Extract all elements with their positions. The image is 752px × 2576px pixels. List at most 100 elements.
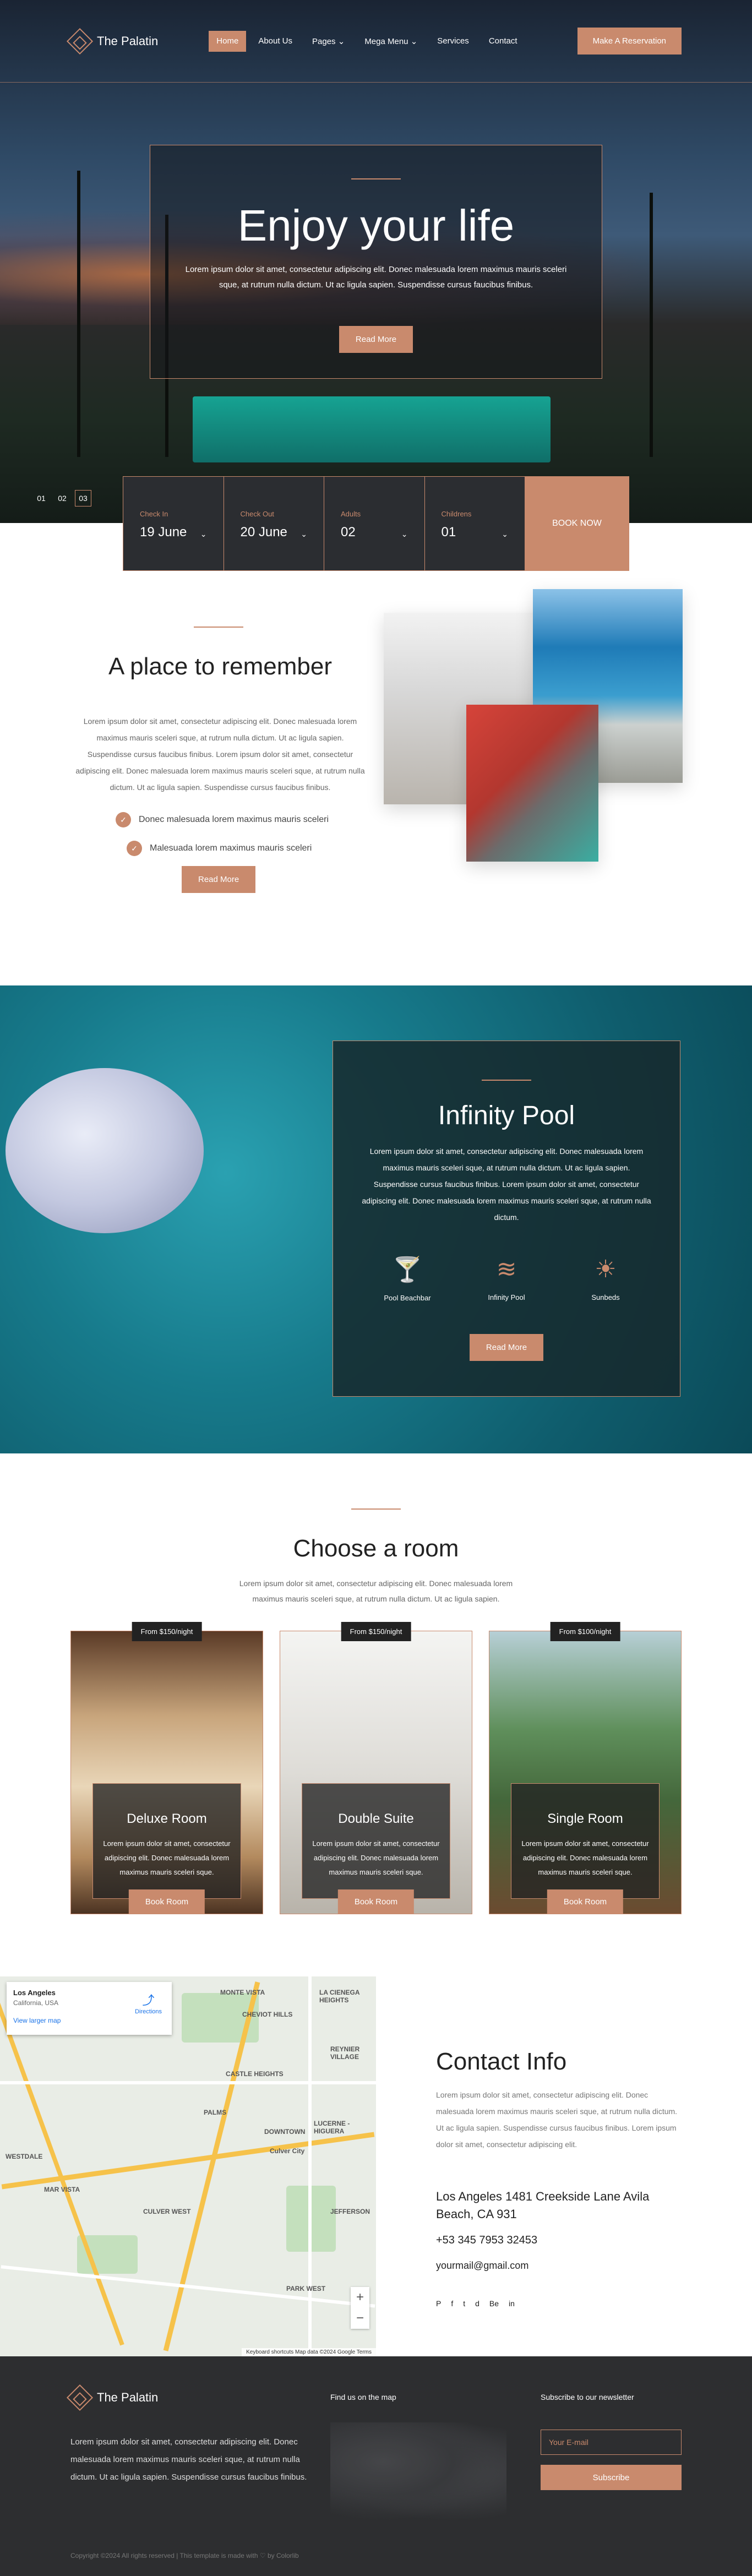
zoom-in-button[interactable]: + xyxy=(351,2287,369,2308)
about-title: A place to remember xyxy=(108,653,332,680)
map-road xyxy=(0,2081,376,2084)
nav-contact[interactable]: Contact xyxy=(481,31,525,52)
nav-mega-menu[interactable]: Mega Menu ⌄ xyxy=(357,31,425,52)
hero-read-more-button[interactable]: Read More xyxy=(339,326,413,353)
room-card-deluxe: From $150/night Deluxe Room Lorem ipsum … xyxy=(70,1622,263,1914)
price-badge: From $150/night xyxy=(132,1622,202,1641)
world-map-image xyxy=(330,2422,506,2521)
slide-indicator-active[interactable]: 03 xyxy=(75,490,91,507)
make-reservation-button[interactable]: Make A Reservation xyxy=(577,28,682,55)
map-label: PALMS xyxy=(204,2109,227,2116)
contact-phone: +53 345 7953 32453 xyxy=(436,2234,538,2246)
chevron-down-icon: ⌄ xyxy=(301,530,307,538)
childrens-field[interactable]: Childrens 01 ⌄ xyxy=(424,477,525,570)
map-label: MAR VISTA xyxy=(44,2186,80,2193)
check-in-field[interactable]: Check In 19 June ⌄ xyxy=(123,477,224,570)
diamond-logo-icon xyxy=(66,2384,94,2411)
pinterest-icon[interactable]: P xyxy=(436,2299,441,2308)
map-label: MONTE VISTA xyxy=(220,1989,265,1996)
field-value: 02 xyxy=(341,525,356,540)
book-now-button[interactable]: BOOK NOW xyxy=(525,477,629,570)
amenities: 🍸 Pool Beachbar ≋ Infinity Pool ☀ Sunbeds xyxy=(374,1255,639,1302)
divider xyxy=(351,1508,401,1510)
room-name: Deluxe Room xyxy=(127,1811,207,1826)
amenity: ☀ Sunbeds xyxy=(573,1255,639,1302)
hero-title: Enjoy your life xyxy=(237,201,515,250)
slide-indicator[interactable]: 01 xyxy=(33,490,50,507)
pool-title: Infinity Pool xyxy=(438,1101,575,1130)
room-info: Double Suite Lorem ipsum dolor sit amet,… xyxy=(302,1783,450,1899)
map-label: CASTLE HEIGHTS xyxy=(226,2070,284,2078)
directions-button[interactable]: ⤴ Directions xyxy=(135,1991,162,2015)
amenity: ≋ Infinity Pool xyxy=(473,1255,540,1302)
map-label: Culver City xyxy=(270,2147,305,2155)
slide-indicator[interactable]: 02 xyxy=(54,490,70,507)
field-label: Childrens xyxy=(441,510,472,518)
book-room-button[interactable]: Book Room xyxy=(128,1889,205,1914)
room-card-double: From $150/night Double Suite Lorem ipsum… xyxy=(280,1622,472,1914)
hero-pool-image xyxy=(193,396,551,462)
map-freeway xyxy=(0,1987,124,2346)
contact-email[interactable]: yourmail@gmail.com xyxy=(436,2260,682,2272)
book-room-button[interactable]: Book Room xyxy=(547,1889,624,1914)
rooms-title: Choose a room xyxy=(293,1535,459,1562)
amenity: 🍸 Pool Beachbar xyxy=(374,1255,440,1302)
field-value: 20 June xyxy=(240,525,287,540)
room-text: Lorem ipsum dolor sit amet, consectetur … xyxy=(521,1839,649,1876)
contact-section: MONTE VISTA LA CIENEGA HEIGHTS CHEVIOT H… xyxy=(0,1976,752,2356)
field-label: Check In xyxy=(140,510,168,518)
map-label: DOWNTOWN xyxy=(264,2128,306,2136)
contact-title: Contact Info xyxy=(436,2048,567,2075)
newsletter-email-input[interactable] xyxy=(541,2430,682,2455)
pool-section: Infinity Pool Lorem ipsum dolor sit amet… xyxy=(0,985,752,1453)
view-larger-map-link[interactable]: View larger map xyxy=(13,2017,165,2024)
pool-aerial-photo xyxy=(466,705,598,862)
room-name: Double Suite xyxy=(338,1811,414,1826)
newsletter-heading: Subscribe to our newsletter xyxy=(541,2393,634,2401)
room-name: Single Room xyxy=(547,1811,623,1826)
contact-text: Lorem ipsum dolor sit amet, consectetur … xyxy=(436,2090,678,2149)
slide-indicators: 01 02 03 xyxy=(33,490,91,507)
nav-home[interactable]: Home xyxy=(209,30,247,52)
field-label: Check Out xyxy=(240,510,274,518)
google-map[interactable]: MONTE VISTA LA CIENEGA HEIGHTS CHEVIOT H… xyxy=(0,1976,376,2356)
room-text: Lorem ipsum dolor sit amet, consectetur … xyxy=(312,1839,440,1876)
zoom-out-button[interactable]: − xyxy=(351,2308,369,2329)
about-read-more-button[interactable]: Read More xyxy=(182,866,256,893)
price-badge: From $150/night xyxy=(341,1622,411,1641)
check-out-field[interactable]: Check Out 20 June ⌄ xyxy=(224,477,324,570)
brand-name: The Palatin xyxy=(97,34,159,48)
footer-brand[interactable]: The Palatin xyxy=(66,2384,158,2411)
rooms-subtitle: Lorem ipsum dolor sit amet, consectetur … xyxy=(239,1579,513,1603)
room-card-single: From $100/night Single Room Lorem ipsum … xyxy=(489,1622,682,1914)
pool-text: Lorem ipsum dolor sit amet, consectetur … xyxy=(362,1147,651,1222)
palm-trunk xyxy=(77,171,80,457)
pool-read-more-button[interactable]: Read More xyxy=(469,1334,544,1361)
nav-about[interactable]: About Us xyxy=(250,31,300,52)
behance-icon[interactable]: Be xyxy=(489,2299,499,2308)
linkedin-icon[interactable]: in xyxy=(509,2299,515,2308)
brand-logo[interactable]: The Palatin xyxy=(66,28,159,55)
diamond-logo-icon xyxy=(66,28,94,55)
nav-pages[interactable]: Pages ⌄ xyxy=(304,31,352,52)
field-label: Adults xyxy=(341,510,361,518)
chevron-down-icon: ⌄ xyxy=(502,530,508,538)
facebook-icon[interactable]: f xyxy=(451,2299,453,2308)
map-label: JEFFERSON xyxy=(330,2208,370,2215)
nav-services[interactable]: Services xyxy=(429,31,477,52)
chevron-down-icon: ⌄ xyxy=(410,36,418,46)
map-label: WESTDALE xyxy=(6,2153,43,2160)
check-icon: ✓ xyxy=(127,841,142,856)
top-nav: The Palatin Home About Us Pages ⌄ Mega M… xyxy=(0,0,752,83)
adults-field[interactable]: Adults 02 ⌄ xyxy=(324,477,425,570)
hero-section: The Palatin Home About Us Pages ⌄ Mega M… xyxy=(0,0,752,571)
hero-box: Enjoy your life Lorem ipsum dolor sit am… xyxy=(150,145,602,379)
map-label: CULVER WEST xyxy=(143,2208,191,2215)
book-room-button[interactable]: Book Room xyxy=(337,1889,415,1914)
twitter-icon[interactable]: t xyxy=(463,2299,465,2308)
dribbble-icon[interactable]: d xyxy=(475,2299,479,2308)
check-icon: ✓ xyxy=(116,812,131,827)
subscribe-button[interactable]: Subscribe xyxy=(541,2465,682,2490)
about-section: A place to remember Lorem ipsum dolor si… xyxy=(0,523,752,985)
pool-box: Infinity Pool Lorem ipsum dolor sit amet… xyxy=(333,1041,680,1397)
